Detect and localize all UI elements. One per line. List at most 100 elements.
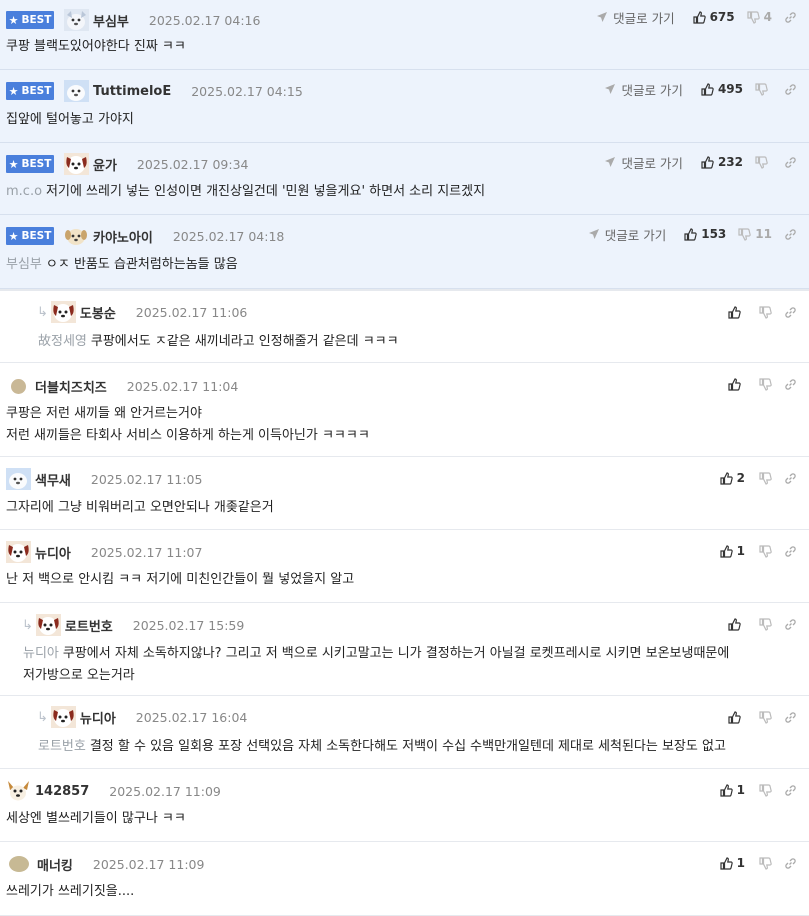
goto-comment-link[interactable]: 댓글로 가기 (588, 225, 666, 244)
dog-avatar[interactable] (64, 153, 89, 175)
dislike-button[interactable] (759, 617, 772, 631)
comment-item: 색무새 2025.02.17 11:05 2 그자리에 그냥 비워버리고 오면안… (0, 457, 809, 530)
goto-comment-link[interactable]: 댓글로 가기 (604, 153, 683, 172)
comment-author[interactable]: 더블치즈치즈 (35, 377, 107, 396)
round-avatar[interactable] (10, 378, 27, 395)
thumbs-down-icon (759, 783, 772, 797)
star-icon: ★ (8, 229, 19, 243)
like-button[interactable]: 232 (701, 155, 743, 169)
round-avatar[interactable] (8, 853, 33, 875)
best-badge: ★ BEST (6, 11, 54, 29)
thumbs-up-icon (728, 617, 741, 631)
dislike-button[interactable] (755, 155, 772, 169)
dog-avatar[interactable] (35, 614, 61, 636)
dog-avatar[interactable] (6, 541, 31, 563)
thumbs-up-icon (728, 710, 741, 724)
best-badge: ★ BEST (6, 82, 54, 100)
mention-tag[interactable]: 로트번호 (38, 739, 86, 754)
comment-date: 2025.02.17 11:07 (90, 544, 203, 560)
mention-tag[interactable]: 뉴디아 (23, 646, 59, 661)
link-icon[interactable] (784, 618, 797, 631)
dog-avatar[interactable] (64, 80, 89, 102)
comment-author[interactable]: TuttimeloE (93, 84, 171, 99)
link-icon[interactable] (784, 306, 797, 319)
dislike-button[interactable] (759, 856, 772, 870)
comment-author[interactable]: 윤가 (93, 155, 117, 174)
comment-date: 2025.02.17 11:04 (126, 378, 239, 394)
like-button[interactable] (728, 710, 745, 724)
like-button[interactable]: 1 (720, 856, 745, 870)
comment-body: 세상엔 별쓰레기들이 많구나 ㅋㅋ (6, 811, 186, 826)
link-icon[interactable] (784, 711, 797, 724)
comment-date: 2025.02.17 04:18 (172, 228, 285, 244)
link-icon[interactable] (784, 378, 797, 391)
dislike-button[interactable] (759, 305, 772, 319)
reply-item: ↳ 로트번호 2025.02.17 15:59 뉴디아 쿠팡에서 자체 소독하지않… (0, 603, 809, 696)
dislike-button[interactable] (759, 377, 772, 391)
thumbs-down-icon (759, 544, 772, 558)
link-icon[interactable] (784, 545, 797, 558)
like-button[interactable] (728, 617, 745, 631)
goto-comment-link[interactable]: 댓글로 가기 (596, 8, 675, 27)
link-icon[interactable] (784, 156, 797, 169)
link-icon[interactable] (784, 228, 797, 241)
comment-author[interactable]: 로트번호 (65, 616, 113, 635)
dislike-button[interactable] (759, 783, 772, 797)
link-icon[interactable] (784, 472, 797, 485)
reply-arrow-icon: ↳ (37, 304, 48, 320)
dislike-button[interactable] (755, 82, 772, 96)
comment-list: ★ BEST 부심부 2025.02.17 04:16 댓글로 가기 675 4 … (0, 0, 809, 916)
thumbs-down-icon (759, 617, 772, 631)
comment-date: 2025.02.17 11:05 (90, 471, 203, 487)
dislike-button[interactable] (759, 710, 772, 724)
comment-item: 142857 2025.02.17 11:09 1 세상엔 별쓰레기들이 많구나… (0, 769, 809, 842)
like-button[interactable]: 1 (720, 544, 745, 558)
comment-body: 뉴디아 쿠팡에서 자체 소독하지않나? 그리고 저 백으로 시키고말고는 니가 결… (23, 646, 730, 683)
comment-author[interactable]: 색무새 (35, 470, 71, 489)
comment-body: 그자리에 그냥 비워버리고 오면안되나 개좆같은거 (6, 500, 274, 515)
star-icon: ★ (8, 157, 19, 171)
dislike-button[interactable] (759, 471, 772, 485)
dog-avatar[interactable] (50, 706, 76, 728)
link-icon[interactable] (784, 784, 797, 797)
reply-item: ↳ 뉴디아 2025.02.17 16:04 로트번호 결정 할 수 있음 일회용… (0, 696, 809, 769)
mention-tag[interactable]: 부심부 (6, 257, 42, 272)
dislike-button[interactable] (759, 544, 772, 558)
thumbs-down-icon (759, 856, 772, 870)
comment-author[interactable]: 부심부 (93, 11, 129, 30)
comment-author[interactable]: 카야노아이 (93, 227, 153, 246)
thumbs-down-icon (738, 227, 752, 241)
dog-avatar[interactable] (50, 301, 76, 323)
thumbs-down-icon (759, 471, 772, 485)
mention-tag[interactable]: m.c.o (6, 184, 42, 199)
dog-avatar[interactable] (6, 468, 31, 490)
like-button[interactable] (728, 377, 745, 391)
comment-author[interactable]: 뉴디아 (35, 543, 71, 562)
thumbs-up-icon (701, 82, 714, 96)
like-button[interactable]: 153 (684, 227, 726, 241)
like-button[interactable] (728, 305, 745, 319)
dislike-button[interactable]: 4 (747, 10, 772, 24)
dog-avatar[interactable] (64, 9, 89, 31)
mention-tag[interactable]: 故정세영 (38, 334, 87, 349)
comment-author[interactable]: 142857 (35, 784, 89, 799)
dislike-button[interactable]: 11 (738, 227, 772, 241)
comment-author[interactable]: 매너킹 (37, 855, 73, 874)
thumbs-up-icon (720, 544, 733, 558)
goto-comment-link[interactable]: 댓글로 가기 (604, 80, 683, 99)
star-icon: ★ (8, 13, 19, 27)
star-icon: ★ (8, 84, 19, 98)
comment-author[interactable]: 뉴디아 (80, 708, 116, 727)
link-icon[interactable] (784, 857, 797, 870)
like-button[interactable]: 495 (701, 82, 743, 96)
comment-author[interactable]: 도봉순 (80, 303, 116, 322)
like-button[interactable]: 675 (692, 10, 735, 24)
puppy-avatar[interactable] (64, 225, 89, 247)
comment-body: 부심부 ㅇㅈ 반품도 습관처럼하는놈들 많음 (6, 257, 238, 272)
puppy-avatar[interactable] (6, 780, 31, 802)
like-button[interactable]: 1 (720, 783, 745, 797)
like-button[interactable]: 2 (720, 471, 745, 485)
link-icon[interactable] (784, 11, 797, 24)
link-icon[interactable] (784, 83, 797, 96)
thumbs-up-icon (720, 856, 733, 870)
